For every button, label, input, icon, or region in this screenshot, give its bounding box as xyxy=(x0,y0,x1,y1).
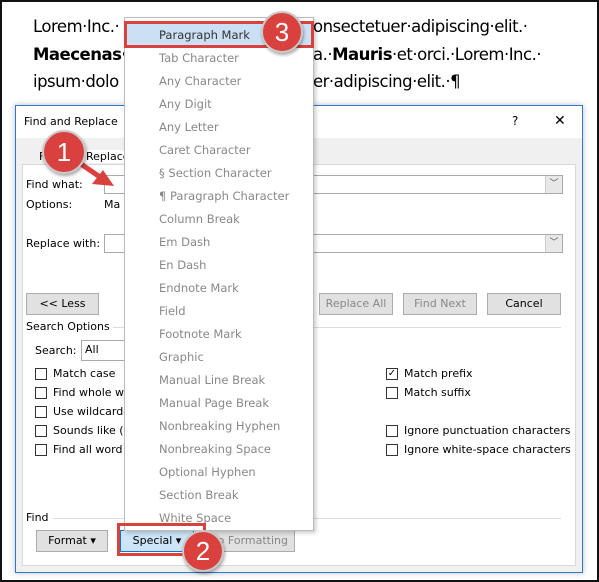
callout-arrow xyxy=(73,157,114,186)
callout-badge-1: 1 xyxy=(42,130,86,174)
callout-badge-3: 3 xyxy=(261,11,303,53)
callout-badge-2: 2 xyxy=(182,530,224,572)
